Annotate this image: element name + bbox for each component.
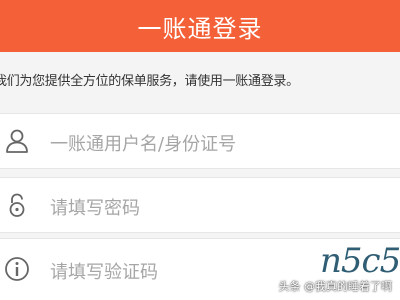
info-icon — [5, 257, 29, 281]
user-icon — [6, 129, 28, 153]
page-title: 一账通登录 — [137, 14, 263, 43]
captcha-placeholder: 请填写验证码 — [50, 262, 158, 283]
captcha-image[interactable]: n5c5 — [320, 241, 400, 281]
username-placeholder: 一账通用户名/身份证号 — [50, 134, 237, 155]
password-placeholder: 请填写密码 — [50, 198, 140, 219]
notice-text: 我们为您提供全方位的保单服务，请使用一账通登录。 — [0, 74, 299, 89]
app-header: 一账通登录 — [0, 0, 400, 52]
login-notice: 我们为您提供全方位的保单服务，请使用一账通登录。 — [0, 52, 400, 107]
username-field[interactable]: 一账通用户名/身份证号 — [0, 113, 400, 169]
captcha-code: n5c5 — [320, 241, 400, 281]
lock-icon — [9, 193, 25, 217]
password-field[interactable]: 请填写密码 — [0, 177, 400, 233]
watermark: 头条 @我真的睡着了啊 — [278, 280, 393, 293]
